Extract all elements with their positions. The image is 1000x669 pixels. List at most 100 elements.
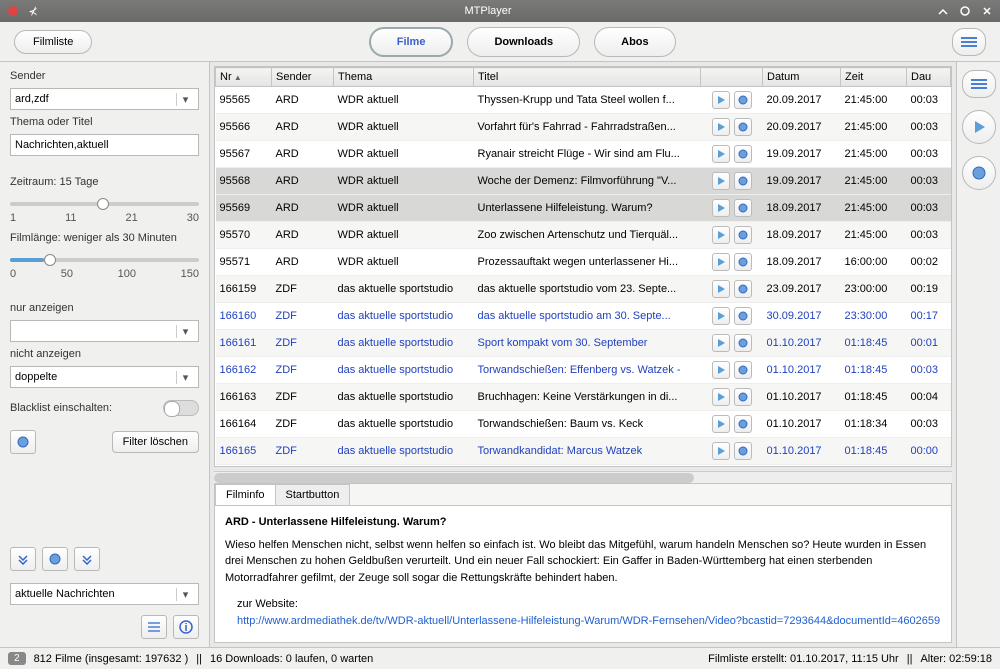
globe-icon[interactable] [734,334,752,352]
zeitraum-slider[interactable] [10,202,199,206]
table-row[interactable]: 95565ARDWDR aktuellThyssen-Krupp und Tat… [216,87,951,114]
col-thema[interactable]: Thema [334,68,474,87]
menu-button[interactable] [952,28,986,56]
nur-anzeigen-label: nur anzeigen [10,302,199,314]
sender-value: ard,zdf [15,93,49,105]
play-icon[interactable] [712,91,730,109]
play-icon[interactable] [712,199,730,217]
website-link[interactable]: http://www.ardmediathek.de/tv/WDR-aktuel… [237,613,941,630]
filmlaenge-slider[interactable] [10,258,199,262]
table-row[interactable]: 95570ARDWDR aktuellZoo zwischen Artensch… [216,222,951,249]
status-age: Alter: 02:59:18 [920,653,992,665]
play-icon[interactable] [712,415,730,433]
horizontal-scrollbar[interactable] [214,471,952,483]
chevron-down-icon[interactable]: ▾ [176,371,194,384]
play-icon[interactable] [712,307,730,325]
table-row[interactable]: 95569ARDWDR aktuellUnterlassene Hilfelei… [216,195,951,222]
right-toolbar [956,62,1000,647]
col-actions[interactable] [701,68,763,87]
profile-combo[interactable]: aktuelle Nachrichten ▾ [10,583,199,605]
nur-anzeigen-combo[interactable]: ▾ [10,320,199,342]
play-icon[interactable] [712,334,730,352]
close-icon[interactable] [980,4,994,18]
thema-input[interactable] [10,134,199,156]
nicht-anzeigen-combo[interactable]: doppelte ▾ [10,366,199,388]
record-button[interactable] [962,156,996,190]
globe-icon[interactable] [734,172,752,190]
play-icon[interactable] [712,226,730,244]
globe-icon[interactable] [734,118,752,136]
globe-icon[interactable] [734,442,752,460]
table-row[interactable]: 95567ARDWDR aktuellRyanair streicht Flüg… [216,141,951,168]
play-icon[interactable] [712,388,730,406]
globe-icon[interactable] [734,226,752,244]
globe-icon[interactable] [734,361,752,379]
pin-icon[interactable]: ⊀ [26,4,40,18]
globe-icon[interactable] [734,388,752,406]
globe-icon[interactable] [734,415,752,433]
filme-tab[interactable]: Filme [369,27,454,57]
col-titel[interactable]: Titel [474,68,701,87]
statusbar: 2 812 Filme (insgesamt: 197632 ) || 16 D… [0,647,1000,669]
globe-icon[interactable] [734,307,752,325]
table-row[interactable]: 166162ZDFdas aktuelle sportstudioTorwand… [216,357,951,384]
play-icon[interactable] [712,145,730,163]
table-row[interactable]: 95566ARDWDR aktuellVorfahrt für's Fahrra… [216,114,951,141]
table-row[interactable]: 166161ZDFdas aktuelle sportstudioSport k… [216,330,951,357]
filter-loeschen-button[interactable]: Filter löschen [112,431,199,453]
col-dauer[interactable]: Dau [907,68,951,87]
list-icon[interactable] [141,615,167,639]
list-view-button[interactable] [962,70,996,98]
sender-combo[interactable]: ard,zdf ▾ [10,88,199,110]
globe-icon[interactable] [734,91,752,109]
info-icon[interactable]: i [173,615,199,639]
play-icon[interactable] [712,361,730,379]
globe-icon[interactable] [734,145,752,163]
col-nr[interactable]: Nr [216,68,272,87]
maximize-icon[interactable] [958,4,972,18]
abos-tab[interactable]: Abos [594,27,676,57]
status-badge: 2 [8,652,26,665]
tab-startbutton[interactable]: Startbutton [275,484,351,505]
play-big-button[interactable] [962,110,996,144]
col-zeit[interactable]: Zeit [841,68,907,87]
profile-value: aktuelle Nachrichten [15,588,115,600]
globe-icon[interactable] [734,253,752,271]
down-double-icon[interactable] [10,547,36,571]
chevron-down-icon[interactable]: ▾ [176,325,194,338]
film-table-wrap[interactable]: Nr Sender Thema Titel Datum Zeit Dau 955… [214,66,952,467]
col-datum[interactable]: Datum [763,68,841,87]
table-row[interactable]: 166163ZDFdas aktuelle sportstudioBruchha… [216,384,951,411]
table-row[interactable]: 166160ZDFdas aktuelle sportstudiodas akt… [216,303,951,330]
play-icon[interactable] [712,280,730,298]
content-area: Nr Sender Thema Titel Datum Zeit Dau 955… [210,62,956,647]
toolbar: Filmliste Filme Downloads Abos [0,22,1000,62]
filmliste-button[interactable]: Filmliste [14,30,92,54]
play-icon[interactable] [712,442,730,460]
globe-icon-2[interactable] [42,547,68,571]
play-icon[interactable] [712,118,730,136]
down-double-icon-2[interactable] [74,547,100,571]
table-row[interactable]: 166166ZDFdas aktuelle sportstudioPhilipp… [216,465,951,468]
chevron-down-icon[interactable]: ▾ [176,588,194,601]
downloads-tab[interactable]: Downloads [467,27,580,57]
sender-label: Sender [10,70,199,82]
table-row[interactable]: 166165ZDFdas aktuelle sportstudioTorwand… [216,438,951,465]
table-row[interactable]: 95571ARDWDR aktuellProzessauftakt wegen … [216,249,951,276]
blacklist-toggle[interactable] [163,400,199,416]
globe-icon[interactable] [734,280,752,298]
col-sender[interactable]: Sender [272,68,334,87]
table-row[interactable]: 95568ARDWDR aktuellWoche der Demenz: Fil… [216,168,951,195]
globe-button[interactable] [10,430,36,454]
play-icon[interactable] [712,172,730,190]
globe-icon[interactable] [734,199,752,217]
play-icon[interactable] [712,253,730,271]
filmlaenge-label: Filmlänge: weniger als 30 Minuten [10,232,199,244]
nicht-anzeigen-label: nicht anzeigen [10,348,199,360]
table-row[interactable]: 166164ZDFdas aktuelle sportstudioTorwand… [216,411,951,438]
window-title: MTPlayer [40,5,936,17]
tab-filminfo[interactable]: Filminfo [215,484,276,505]
table-row[interactable]: 166159ZDFdas aktuelle sportstudiodas akt… [216,276,951,303]
minimize-icon[interactable] [936,4,950,18]
chevron-down-icon[interactable]: ▾ [176,93,194,106]
